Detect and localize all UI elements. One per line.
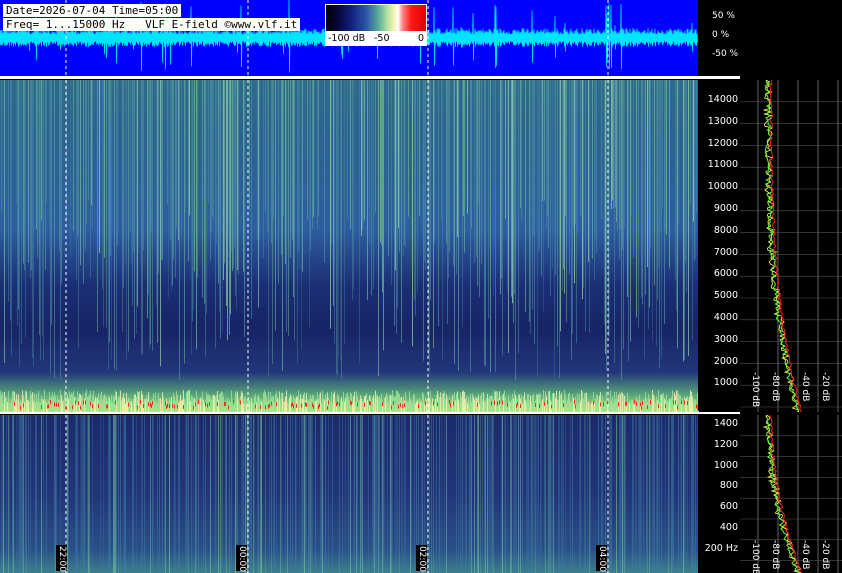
frequency-tick-label: 14000 — [707, 94, 738, 105]
colorbar-mid-label: -50 — [374, 33, 390, 44]
spectrum-db-label: -80 dB — [770, 540, 780, 570]
spectrum-panel-low: -100 dB -80 dB -40 dB -20 dB — [740, 415, 842, 573]
frequency-tick-label: 400 — [719, 522, 738, 533]
time-label: 00:00 — [236, 545, 247, 572]
waveform-scale-0: 0 % — [712, 30, 730, 40]
spectrum-panel-high: -100 dB -80 dB -40 dB -20 dB — [740, 80, 842, 412]
colorbar-gradient — [326, 5, 426, 31]
frequency-tick-label: 1000 — [713, 459, 738, 471]
waveform-scale-minus50: -50 % — [712, 49, 739, 59]
frequency-tick-label: 800 — [719, 480, 738, 492]
frequency-axis-high: 14000 13000 12000 11000 10000 9000 8000 7000 600… — [699, 80, 740, 412]
frequency-tick-label: 1000 — [713, 377, 738, 389]
frequency-tick-label: 12000 — [707, 137, 738, 149]
frequency-tick-label: 7000 — [713, 246, 738, 258]
time-label: 22:00 — [56, 545, 67, 572]
spectrum-db-label: -40 dB — [800, 540, 810, 570]
spectrum-db-label: -100 dB — [750, 372, 760, 408]
frequency-tick-label: 600 — [719, 501, 738, 513]
frequency-tick-label: 13000 — [707, 115, 738, 127]
vlf-spectrogram-window: Date=2026-07-04 Time=05:00 Freq= 1...150… — [0, 0, 842, 573]
frequency-tick-label: 1200 — [713, 438, 738, 450]
colorbar: -100 dB -50 0 — [325, 4, 427, 46]
freq-info-label: Freq= 1...15000 Hz VLF E-field ©www.vlf.… — [3, 18, 301, 31]
frequency-tick-label: 8000 — [713, 224, 738, 236]
spectrum-db-label: -40 dB — [800, 372, 810, 402]
colorbar-max-label: 0 — [418, 33, 425, 44]
frequency-tick-label: 10000 — [707, 181, 738, 193]
date-time-label: Date=2026-07-04 Time=05:00 — [3, 4, 182, 17]
frequency-tick-label: 9000 — [713, 203, 738, 214]
spectrum-db-label: -20 dB — [820, 540, 830, 570]
separator-line — [0, 76, 740, 79]
spectrogram-high-band — [0, 80, 698, 412]
frequency-tick-label: 4000 — [713, 312, 738, 323]
frequency-tick-label: 6000 — [713, 268, 738, 280]
frequency-axis-low: 1400 1200 1000 800 600 400 200 Hz — [699, 415, 740, 573]
colorbar-labels: -100 dB -50 0 — [326, 33, 426, 45]
frequency-tick-label: 1400 — [713, 418, 738, 429]
time-label: 04:00 — [596, 545, 607, 572]
frequency-tick-label: 5000 — [713, 290, 738, 302]
spectrum-db-label: -20 dB — [820, 372, 830, 402]
waveform-scale-50: 50 % — [712, 11, 735, 21]
frequency-tick-label: 3000 — [713, 333, 738, 345]
spectrum-db-label: -100 dB — [750, 540, 760, 573]
time-label: 02:00 — [416, 545, 427, 572]
frequency-tick-label: 200 Hz — [704, 542, 738, 554]
frequency-tick-label: 11000 — [707, 159, 738, 171]
spectrum-db-label: -80 dB — [770, 372, 780, 402]
spectrogram-low-band — [0, 415, 698, 573]
colorbar-min-label: -100 dB — [328, 33, 366, 44]
frequency-tick-label: 2000 — [713, 355, 738, 367]
